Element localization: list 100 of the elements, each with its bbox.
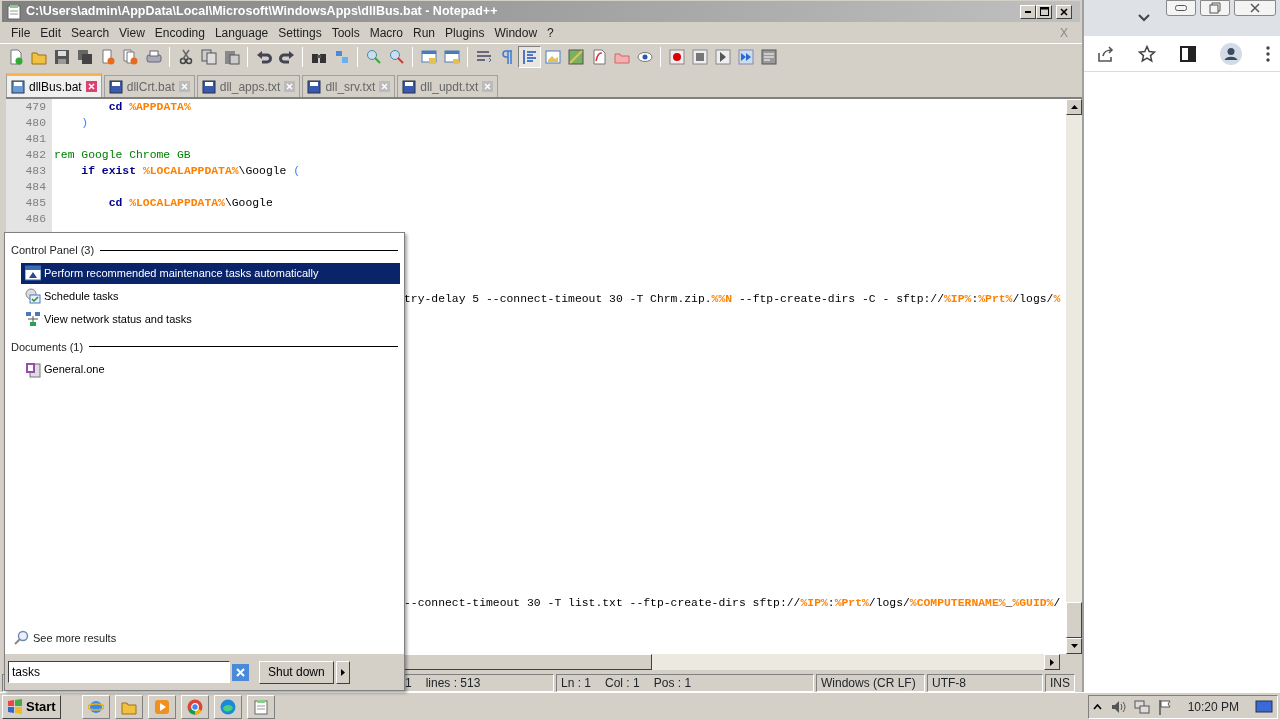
chrome-icon[interactable] xyxy=(186,698,203,715)
code-line: ) xyxy=(80,116,89,131)
flag-icon[interactable] xyxy=(1157,698,1172,715)
line-number: 484 xyxy=(24,180,47,195)
paste-icon[interactable] xyxy=(223,48,240,65)
network-icon xyxy=(25,311,41,327)
close-file-icon[interactable] xyxy=(99,48,116,65)
side-panel-icon[interactable] xyxy=(1180,45,1196,62)
share-icon[interactable] xyxy=(1096,44,1114,63)
copy-icon[interactable] xyxy=(200,48,217,65)
tab-close-icon[interactable] xyxy=(85,81,97,92)
zoom-out-icon[interactable] xyxy=(388,48,405,65)
macro-list-icon[interactable] xyxy=(760,48,777,65)
file-icon xyxy=(402,79,417,94)
right-arrow-icon xyxy=(340,668,345,676)
file-tab[interactable]: dll_updt.txt xyxy=(397,75,499,97)
line-number: 479 xyxy=(24,100,47,115)
undo-icon[interactable] xyxy=(255,48,272,65)
menu-item[interactable]: Macro xyxy=(364,23,408,42)
scroll-down-button[interactable] xyxy=(1066,638,1082,654)
file-icon xyxy=(108,79,123,94)
scroll-right-button[interactable] xyxy=(1044,654,1060,670)
shut-down-button[interactable]: Shut down xyxy=(259,660,334,684)
close-icon xyxy=(1060,7,1068,16)
windows-icon[interactable] xyxy=(443,48,460,65)
scrollbar-thumb[interactable] xyxy=(1066,602,1082,638)
close-icon xyxy=(1250,3,1260,13)
fast-forward-icon[interactable] xyxy=(737,48,754,65)
floppy-icon[interactable] xyxy=(53,48,70,65)
code-line: rem Google Chrome GB xyxy=(54,148,191,163)
status-text: Pos : 1 xyxy=(653,675,692,692)
search-result[interactable]: View network status and tasks xyxy=(21,308,400,330)
file-tab[interactable]: dllBus.bat xyxy=(6,73,102,97)
more-icon[interactable] xyxy=(1266,45,1270,62)
shutdown-options-button[interactable] xyxy=(335,660,350,684)
code-line: cd %LOCALAPPDATA%\Google xyxy=(107,196,273,211)
down-arrow-icon xyxy=(1070,644,1078,648)
code-line: if exist %LOCALAPPDATA%\Google ( xyxy=(80,164,301,179)
redo-icon[interactable] xyxy=(278,48,295,65)
notepad-icon[interactable] xyxy=(252,698,269,715)
wrap-icon[interactable] xyxy=(475,48,492,65)
menu-item[interactable]: Run xyxy=(408,23,441,42)
file-tab[interactable]: dll_srv.txt xyxy=(302,75,396,97)
show-desktop-icon[interactable] xyxy=(1255,699,1273,714)
replace-icon[interactable] xyxy=(333,48,350,65)
search-field[interactable]: tasks xyxy=(8,661,230,683)
zoom-in-icon[interactable] xyxy=(365,48,382,65)
printer-icon[interactable] xyxy=(145,48,162,65)
menu-item[interactable]: Encoding xyxy=(149,23,210,42)
minimize-icon xyxy=(1175,5,1187,11)
menu-item[interactable]: Plugins xyxy=(440,23,490,42)
code-line: cd %APPDATA% xyxy=(107,100,191,115)
play-icon[interactable] xyxy=(714,48,731,65)
clear-button[interactable] xyxy=(232,663,249,681)
window-icon[interactable] xyxy=(420,48,437,65)
close-all-icon[interactable] xyxy=(122,48,139,65)
group-heading: Documents (1) xyxy=(11,339,84,355)
new-file-icon[interactable] xyxy=(7,48,24,65)
file-tab[interactable]: dllCrt.bat xyxy=(103,75,195,97)
scrollbar-thumb[interactable] xyxy=(404,654,652,670)
document-icon xyxy=(25,361,41,378)
menu-item[interactable]: ? xyxy=(542,23,559,42)
search-result[interactable]: General.one xyxy=(21,359,400,380)
maximize-icon xyxy=(1039,7,1049,16)
chevron-down-icon xyxy=(1138,13,1150,22)
menu-item[interactable]: Settings xyxy=(273,23,327,42)
function-icon[interactable] xyxy=(590,48,607,65)
image-icon[interactable] xyxy=(544,48,561,65)
menu-item[interactable]: File xyxy=(6,23,36,42)
globe-icon[interactable] xyxy=(87,698,104,715)
menu-item[interactable]: Language xyxy=(209,23,274,42)
group-heading: Control Panel (3) xyxy=(11,243,95,258)
menu-item[interactable]: Window xyxy=(489,23,543,42)
floppies-icon[interactable] xyxy=(76,48,93,65)
map-icon[interactable] xyxy=(567,48,584,65)
menu-item[interactable]: Search xyxy=(66,23,115,42)
search-result[interactable]: Perform recommended maintenance tasks automatically xyxy=(21,262,400,284)
close-button[interactable] xyxy=(1234,0,1276,16)
minimize-button[interactable] xyxy=(1166,0,1196,16)
profile-icon[interactable] xyxy=(1220,42,1242,65)
start-button[interactable]: Start xyxy=(2,694,61,719)
file-tab[interactable]: dll_apps.txt xyxy=(196,75,301,97)
menu-item[interactable]: Tools xyxy=(326,23,365,42)
stop-icon[interactable] xyxy=(691,48,708,65)
record-icon[interactable] xyxy=(668,48,685,65)
scroll-up-button[interactable] xyxy=(1066,99,1082,115)
line-number: 483 xyxy=(24,164,47,179)
see-more-link[interactable]: See more results xyxy=(13,629,404,646)
search-result[interactable]: Schedule tasks xyxy=(21,285,400,307)
star-icon[interactable] xyxy=(1138,44,1156,63)
indent-guide-icon[interactable] xyxy=(521,48,538,65)
chevron-up-icon[interactable] xyxy=(1092,702,1102,711)
restore-button[interactable] xyxy=(1200,0,1230,16)
maximize-button[interactable] xyxy=(1036,4,1052,19)
scissors-icon[interactable] xyxy=(177,48,194,65)
menu-item[interactable]: Edit xyxy=(35,23,67,42)
network-icon[interactable] xyxy=(1133,698,1150,715)
media-player-icon[interactable] xyxy=(153,698,170,715)
menu-item[interactable]: View xyxy=(114,23,150,42)
notepad-icon xyxy=(6,3,22,20)
